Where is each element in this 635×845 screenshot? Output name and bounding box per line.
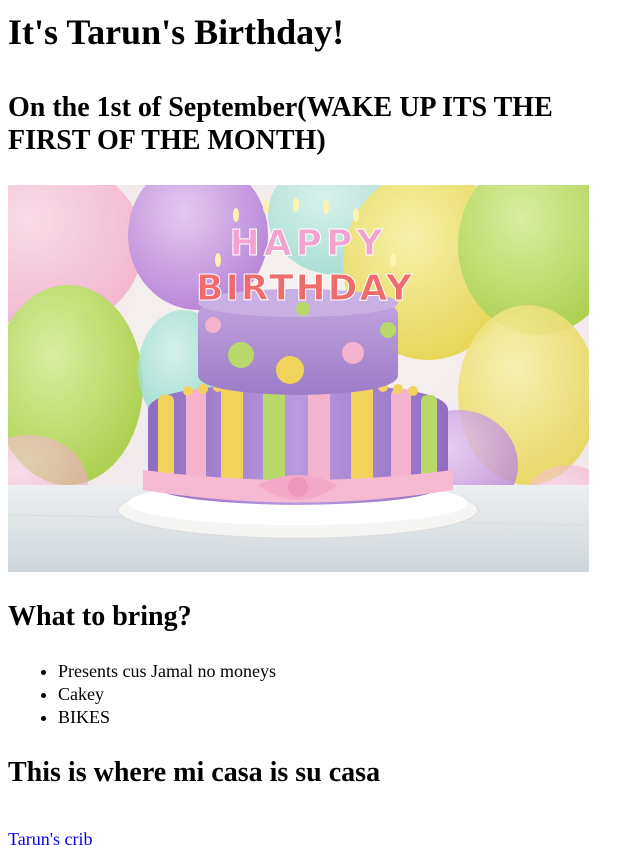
page-subtitle: On the 1st of September(WAKE UP ITS THE … [8,92,553,156]
birthday-cake-image: HAPPY BIRTHDAY [8,185,589,572]
what-to-bring-heading: What to bring? [8,601,192,632]
page-title: It's Tarun's Birthday! [8,12,345,52]
list-item: BIKES [58,706,627,729]
page: It's Tarun's Birthday! On the 1st of Sep… [0,0,635,845]
list-item: Cakey [58,683,627,706]
candle-bottom-text: BIRTHDAY [196,268,414,309]
bring-list: Presents cus Jamal no moneys Cakey BIKES [8,660,627,729]
list-item: Presents cus Jamal no moneys [58,660,627,683]
candle-top-text: HAPPY [230,223,387,264]
casa-heading: This is where mi casa is su casa [8,757,381,788]
taruns-crib-link[interactable]: Tarun's crib [8,828,92,845]
